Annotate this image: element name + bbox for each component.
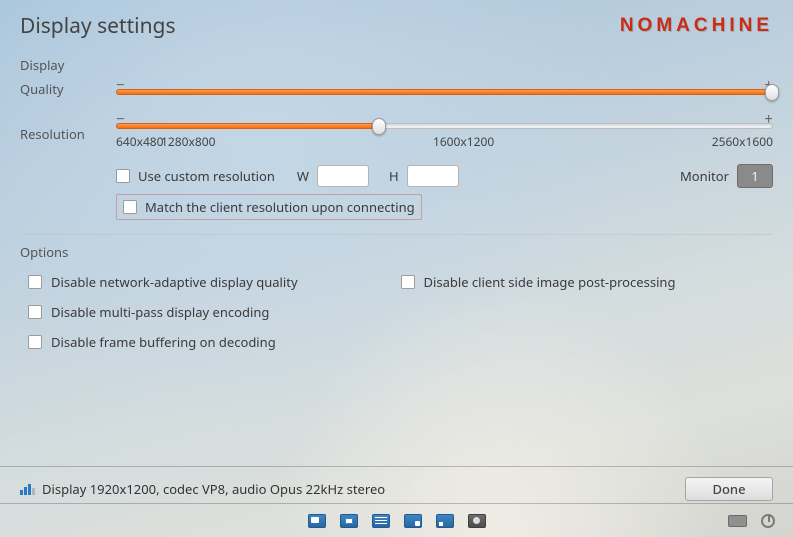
quality-slider[interactable]: − +	[116, 84, 773, 95]
screen-icon[interactable]	[308, 514, 326, 528]
option-label: Disable frame buffering on decoding	[51, 333, 276, 351]
signal-icon	[20, 484, 35, 495]
disable-adaptive-quality-checkbox[interactable]	[28, 275, 42, 289]
use-custom-resolution-label: Use custom resolution	[138, 167, 275, 185]
monitor-label: Monitor	[680, 167, 729, 185]
bottom-toolbar	[0, 503, 793, 537]
disable-frame-buffering-checkbox[interactable]	[28, 335, 42, 349]
tick-label: 640x480	[116, 133, 164, 150]
width-input[interactable]	[317, 165, 369, 187]
disable-multipass-encoding-checkbox[interactable]	[28, 305, 42, 319]
quality-label: Quality	[20, 80, 116, 98]
option-label: Disable multi-pass display encoding	[51, 303, 269, 321]
done-button[interactable]: Done	[685, 477, 773, 501]
power-icon[interactable]	[761, 514, 775, 528]
use-custom-resolution-checkbox[interactable]	[116, 169, 130, 183]
connection-icon[interactable]	[468, 514, 486, 528]
tick-label: 2560x1600	[712, 133, 773, 150]
audio-icon[interactable]	[404, 514, 422, 528]
match-client-resolution-checkbox[interactable]	[123, 200, 137, 214]
width-label: W	[297, 167, 309, 185]
section-display: Display	[20, 56, 773, 74]
tick-label: 1600x1200	[433, 133, 494, 150]
divider	[20, 234, 773, 235]
input-icon[interactable]	[340, 514, 358, 528]
monitor-button[interactable]: 1	[737, 164, 773, 188]
match-client-resolution-label: Match the client resolution upon connect…	[145, 198, 415, 216]
resolution-slider[interactable]: − + 640x480 1280x800 1600x1200 2560x1600	[116, 118, 773, 150]
resolution-label: Resolution	[20, 125, 116, 143]
height-input[interactable]	[407, 165, 459, 187]
recording-icon[interactable]	[436, 514, 454, 528]
option-label: Disable network-adaptive display quality	[51, 273, 298, 291]
page-title: Display settings	[20, 12, 176, 40]
section-options: Options	[20, 243, 773, 261]
tick-label: 1280x800	[161, 133, 215, 150]
keyboard-icon[interactable]	[728, 515, 747, 527]
display-icon[interactable]	[372, 514, 390, 528]
brand-logo: NOMACHINE	[620, 15, 773, 37]
height-label: H	[389, 167, 399, 185]
disable-post-processing-checkbox[interactable]	[401, 275, 415, 289]
status-bar: Display 1920x1200, codec VP8, audio Opus…	[20, 480, 385, 498]
option-label: Disable client side image post-processin…	[424, 273, 676, 291]
status-text: Display 1920x1200, codec VP8, audio Opus…	[42, 480, 385, 498]
